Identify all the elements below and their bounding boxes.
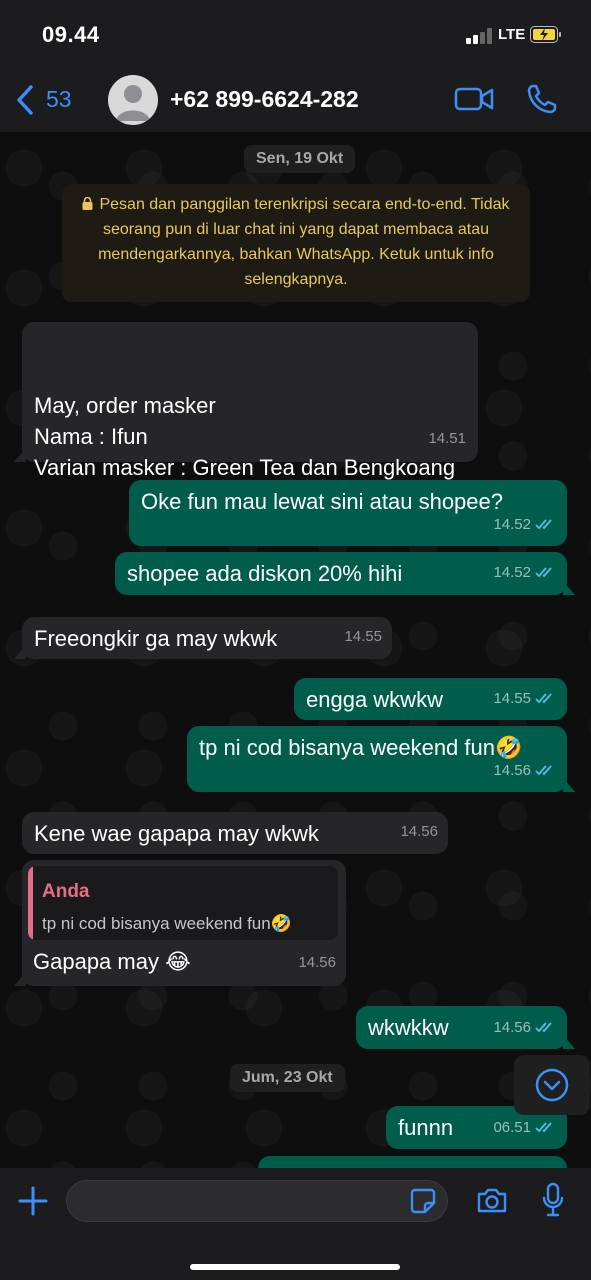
signal-icon (466, 28, 492, 44)
scroll-to-bottom-button[interactable] (514, 1055, 590, 1115)
read-ticks-icon (535, 1122, 552, 1133)
message-time: 06.51 (493, 1119, 531, 1136)
chat-messages[interactable]: Sen, 19 Okt Pesan dan panggilan terenkri… (0, 132, 591, 1168)
status-bar: 09.44 LTE (0, 0, 591, 70)
message-text: Kene wae gapapa may wkwk (34, 821, 319, 846)
back-chevron-icon[interactable] (14, 84, 36, 116)
message-text: Freeongkir ga may wkwk (34, 626, 278, 651)
camera-icon[interactable] (476, 1186, 508, 1214)
chat-header: 53 +62 899-6624-282 (0, 70, 591, 133)
message-incoming[interactable]: Kene wae gapapa may wkwk 14.56 (22, 812, 448, 854)
message-time: 14.55 (344, 628, 382, 645)
message-time: 14.56 (493, 762, 531, 779)
battery-charging-icon (530, 26, 561, 43)
message-outgoing[interactable]: wkwkkw 14.56 (356, 1006, 575, 1049)
message-time: 14.55 (493, 690, 531, 707)
date-divider: Sen, 19 Okt (244, 145, 356, 173)
message-input[interactable] (67, 1181, 403, 1221)
microphone-icon[interactable] (542, 1182, 564, 1218)
message-composer (0, 1168, 591, 1280)
read-ticks-icon (535, 765, 552, 776)
read-ticks-icon (535, 567, 552, 578)
message-incoming[interactable]: Freeongkir ga may wkwk 14.55 (14, 617, 392, 659)
message-incoming[interactable]: May, order masker Nama : Ifun Varian mas… (14, 322, 478, 480)
message-time: 14.51 (428, 430, 466, 447)
chevron-down-circle-icon (535, 1068, 569, 1102)
read-ticks-icon (535, 1022, 552, 1033)
read-ticks-icon (535, 519, 552, 530)
status-time: 09.44 (42, 22, 100, 47)
message-time: 14.56 (493, 1019, 531, 1036)
sticker-icon[interactable] (410, 1188, 436, 1214)
quoted-author: Anda (42, 881, 90, 902)
message-text: tp ni cod bisanya weekend fun🤣 (199, 735, 523, 760)
message-outgoing-partial[interactable] (258, 1156, 567, 1168)
quoted-text: tp ni cod bisanya weekend fun🤣 (42, 914, 292, 933)
contact-name[interactable]: +62 899-6624-282 (170, 86, 359, 113)
lock-icon (82, 197, 93, 210)
message-outgoing[interactable]: engga wkwkw 14.55 (294, 678, 567, 720)
message-text: engga wkwkw (306, 687, 443, 712)
video-call-icon[interactable] (454, 85, 494, 113)
encryption-notice[interactable]: Pesan dan panggilan terenkripsi secara e… (62, 184, 530, 302)
message-text: shopee ada diskon 20% hihi (127, 561, 403, 586)
message-text: Oke fun mau lewat sini atau shopee? (141, 489, 504, 514)
message-text: funnn (398, 1115, 454, 1140)
message-incoming-reply[interactable]: Anda tp ni cod bisanya weekend fun🤣 Gapa… (14, 860, 346, 986)
contact-avatar[interactable] (108, 75, 158, 125)
read-ticks-icon (535, 693, 552, 704)
message-text: May, order masker Nama : Ifun Varian mas… (34, 393, 456, 480)
message-outgoing[interactable]: tp ni cod bisanya weekend fun🤣 14.56 (187, 726, 575, 792)
back-count[interactable]: 53 (46, 86, 72, 113)
phone-call-icon[interactable] (526, 83, 558, 115)
encryption-text: Pesan dan panggilan terenkripsi secara e… (98, 196, 510, 288)
message-time: 14.52 (493, 516, 531, 533)
message-text: Gapapa may 😂 (33, 949, 191, 974)
home-indicator (190, 1264, 400, 1270)
message-time: 14.56 (400, 823, 438, 840)
date-divider: Jum, 23 Okt (230, 1064, 345, 1092)
network-label: LTE (498, 26, 526, 43)
message-time: 14.52 (493, 564, 531, 581)
default-avatar-icon (116, 85, 150, 121)
message-outgoing[interactable]: Oke fun mau lewat sini atau shopee? 14.5… (129, 480, 567, 546)
message-time: 14.56 (298, 954, 336, 971)
plus-icon[interactable] (18, 1186, 48, 1216)
quoted-message[interactable]: Anda tp ni cod bisanya weekend fun🤣 (28, 866, 338, 940)
message-input-wrapper (66, 1180, 448, 1222)
message-outgoing[interactable]: shopee ada diskon 20% hihi 14.52 (115, 552, 575, 595)
message-text: wkwkkw (368, 1015, 449, 1040)
